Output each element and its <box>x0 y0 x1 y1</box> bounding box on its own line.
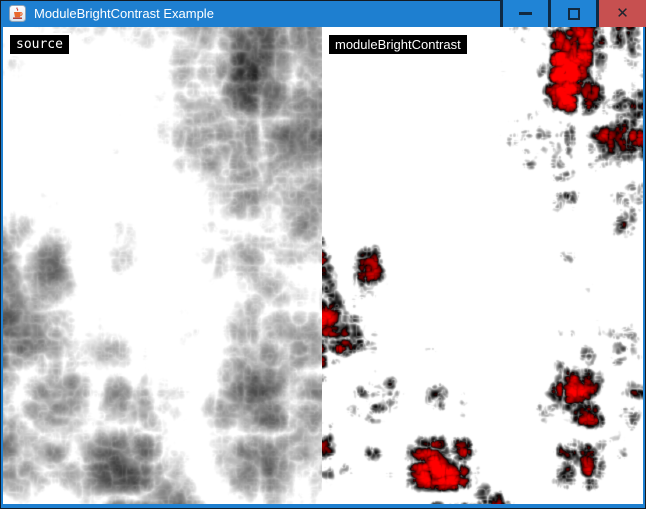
window-content: source moduleBrightContrast <box>3 27 643 504</box>
minimize-button[interactable] <box>503 0 548 27</box>
close-button[interactable]: ✕ <box>599 0 646 27</box>
minimize-icon <box>519 12 532 15</box>
modulebrightcontrast-image <box>322 27 643 504</box>
modulebrightcontrast-label: moduleBrightContrast <box>327 33 469 56</box>
window-controls: ✕ <box>500 0 646 27</box>
window-title: ModuleBrightContrast Example <box>34 0 214 27</box>
app-window: ModuleBrightContrast Example ✕ source mo… <box>0 0 646 509</box>
maximize-icon <box>568 8 580 20</box>
modulebrightcontrast-panel: moduleBrightContrast <box>322 27 643 504</box>
window-titlebar[interactable]: ModuleBrightContrast Example ✕ <box>0 0 646 27</box>
close-icon: ✕ <box>616 6 629 21</box>
source-label: source <box>8 33 71 56</box>
source-image <box>3 27 322 504</box>
maximize-button[interactable] <box>551 0 596 27</box>
source-panel: source <box>3 27 322 504</box>
java-coffee-cup-icon <box>9 5 26 22</box>
